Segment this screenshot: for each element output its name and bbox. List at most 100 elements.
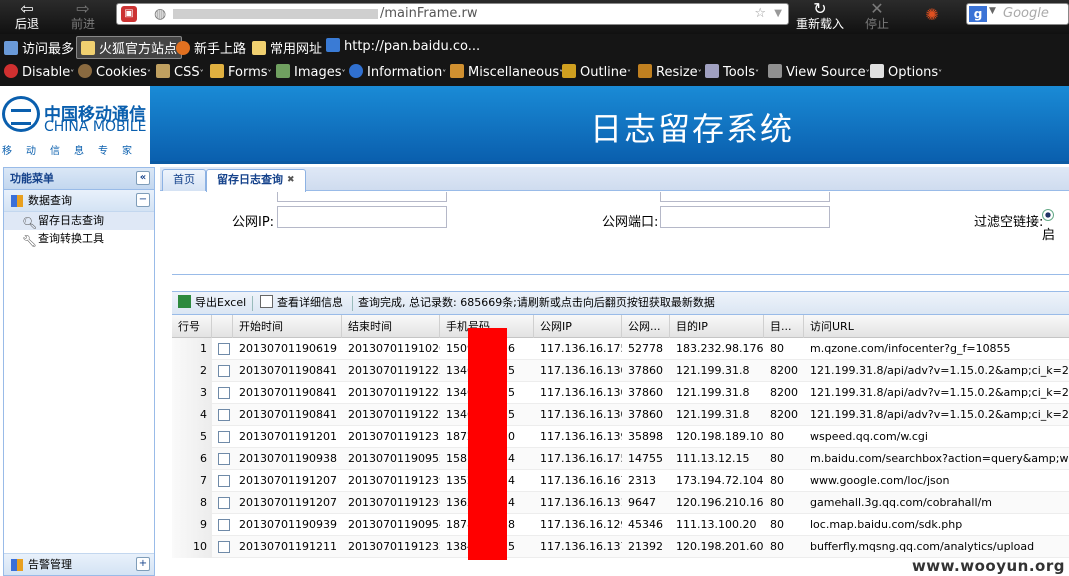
bookmark-label: http://pan.baidu.co... (344, 39, 481, 54)
redacted-host (173, 9, 378, 19)
sidebar-item-label: 查询转换工具 (38, 232, 104, 245)
table-row[interactable]: 5 20130701191201 20130701191231 1872 0 117.13… (172, 426, 1069, 448)
tab-log-query[interactable]: 留存日志查询 ✖ (206, 169, 306, 192)
filter-radio[interactable]: 启 (1042, 209, 1069, 243)
table-row[interactable]: 1 20130701190619 20130701191020 1509 6 117.13… (172, 338, 1069, 360)
tab-home[interactable]: 首页 (162, 169, 206, 191)
table-row[interactable]: 8 20130701191207 20130701191230 1362 4 117.13… (172, 492, 1069, 514)
wd-outline[interactable]: Outline˅ (562, 64, 631, 80)
wd-label: Outline (580, 65, 628, 80)
table-row[interactable]: 9 20130701190939 20130701190954 1878 8 117.13… (172, 514, 1069, 536)
bookmark-common-sites[interactable]: 常用网址 (252, 38, 322, 57)
filter-radio-label: 启 (1042, 228, 1056, 243)
col-dest-port[interactable]: 目... (764, 315, 804, 338)
cell-end-time: 20130701191222 (348, 386, 440, 399)
wd-tools[interactable]: Tools˅ (705, 64, 759, 80)
collapse-section-icon[interactable]: − (136, 193, 150, 207)
row-checkbox[interactable] (218, 431, 230, 443)
filter-empty-link-label: 过滤空链接: (974, 215, 1044, 230)
back-arrow-icon: ⇦ (20, 0, 34, 18)
cell-public-port: 37860 (628, 386, 663, 399)
reload-button[interactable]: ↻ 重新载入 (792, 0, 848, 34)
col-public-ip[interactable]: 公网IP (534, 315, 622, 338)
grid-toolbar: 导出Excel 查看详细信息 查询完成, 总记录数: 685669条;请刷新或点… (172, 291, 1069, 315)
public-ip-input[interactable] (277, 206, 447, 228)
wd-images[interactable]: Images˅ (276, 64, 346, 80)
wd-label: Cookies (96, 65, 147, 80)
col-url[interactable]: 访问URL (804, 315, 1069, 338)
wd-options[interactable]: Options˅ (870, 64, 942, 80)
sidebar-item-convert-tool[interactable]: 🔧︎ 查询转换工具 (4, 230, 154, 248)
table-row[interactable]: 2 20130701190841 20130701191222 1346 5 117.13… (172, 360, 1069, 382)
sidebar-section-alarm[interactable]: 告警管理 + (4, 553, 154, 575)
row-checkbox[interactable] (218, 475, 230, 487)
bookmark-baidu-pan[interactable]: http://pan.baidu.co... (326, 38, 480, 54)
cookie-icon (78, 64, 92, 78)
wd-miscellaneous[interactable]: Miscellaneous˅ (450, 64, 563, 80)
wd-disable[interactable]: Disable˅ (4, 64, 74, 80)
table-row[interactable]: 7 20130701191207 20130701191239 1352 4 117.13… (172, 470, 1069, 492)
row-checkbox[interactable] (218, 541, 230, 553)
row-checkbox[interactable] (218, 497, 230, 509)
toolbar-separator (252, 296, 253, 311)
table-row[interactable]: 3 20130701190841 20130701191222 1346 5 117.13… (172, 382, 1069, 404)
wd-resize[interactable]: Resize˅ (638, 64, 702, 80)
back-label: 后退 (14, 17, 39, 31)
stop-button[interactable]: ✕ 停止 (852, 0, 902, 34)
table-row[interactable]: 10 20130701191211 20130701191232 1384 5 117.1… (172, 536, 1069, 558)
bookmark-star-icon[interactable]: ☆ (754, 4, 766, 24)
table-row[interactable]: 4 20130701190841 20130701191222 1346 5 117.13… (172, 404, 1069, 426)
row-checkbox[interactable] (218, 409, 230, 421)
back-button[interactable]: ⇦ 后退 (2, 0, 52, 34)
firebug-icon: ✺ (925, 5, 939, 24)
address-bar[interactable]: ▣ ◍ /mainFrame.rw ☆ ▼ (116, 3, 789, 25)
col-start-time[interactable]: 开始时间 (233, 315, 342, 338)
col-checkbox[interactable] (212, 315, 233, 338)
section-icon (11, 559, 23, 571)
row-checkbox[interactable] (218, 453, 230, 465)
addon-button[interactable]: ✺ (912, 0, 952, 34)
public-port-input[interactable] (660, 206, 830, 228)
chevron-down-icon: ˅ (755, 69, 760, 78)
col-dest-ip[interactable]: 目的IP (670, 315, 764, 338)
wd-information[interactable]: Information˅ (349, 64, 446, 80)
wd-forms[interactable]: Forms˅ (210, 64, 272, 80)
row-checkbox[interactable] (218, 365, 230, 377)
cell-start-time: 20130701190619 (239, 342, 337, 355)
collapse-sidebar-icon[interactable]: « (136, 171, 150, 185)
wd-css[interactable]: CSS˅ (156, 64, 204, 80)
row-checkbox[interactable] (218, 343, 230, 355)
row-checkbox[interactable] (218, 387, 230, 399)
col-row-number[interactable]: 行号 (172, 315, 212, 338)
sidebar-item-log-query[interactable]: 🔍︎ 留存日志查询 (4, 212, 154, 230)
cell-url: 121.199.31.8/api/adv?v=1.15.0.2&amp;ci_k… (810, 364, 1069, 377)
col-end-time[interactable]: 结束时间 (342, 315, 440, 338)
row-checkbox[interactable] (218, 519, 230, 531)
resize-icon (638, 64, 652, 78)
cell-dest-ip: 111.13.12.15 (676, 452, 750, 465)
bookmark-label: 火狐官方站点 (99, 42, 178, 57)
forward-button[interactable]: ⇨ 前进 (58, 0, 108, 34)
export-excel-button[interactable]: 导出Excel (178, 292, 246, 314)
china-mobile-logo-icon (2, 96, 40, 132)
query-status-text: 查询完成, 总记录数: 685669条;请刷新或点击向后翻页按钮获取最新数据 (358, 296, 715, 309)
wd-label: Resize (656, 65, 698, 80)
wd-cookies[interactable]: Cookies˅ (78, 64, 151, 80)
sidebar-title: 功能菜单 (10, 172, 54, 185)
wd-view-source[interactable]: View Source˅ (768, 64, 870, 80)
bookmarks-toolbar: 访问最多 火狐官方站点 新手上路 常用网址 http://pan.baidu.c… (0, 34, 1069, 60)
bookmark-firefox-site[interactable]: 火狐官方站点 (76, 36, 183, 59)
bookmark-getting-started[interactable]: 新手上路 (176, 38, 246, 57)
table-row[interactable]: 6 20130701190938 20130701190952 1581 4 117.13… (172, 448, 1069, 470)
expand-section-icon[interactable]: + (136, 557, 150, 571)
cell-public-port: 14755 (628, 452, 663, 465)
cell-public-port: 35898 (628, 430, 663, 443)
view-detail-button[interactable]: 查看详细信息 (260, 292, 343, 314)
search-box[interactable]: g ▼ Google (966, 3, 1069, 25)
sidebar-section-data-query[interactable]: 数据查询 − (4, 190, 154, 212)
cell-end-time: 20130701191222 (348, 408, 440, 421)
col-public-port[interactable]: 公网... (622, 315, 670, 338)
url-dropdown-icon[interactable]: ▼ (774, 4, 782, 24)
close-tab-icon[interactable]: ✖ (287, 170, 295, 190)
bookmark-most-visited[interactable]: 访问最多 (4, 38, 74, 57)
